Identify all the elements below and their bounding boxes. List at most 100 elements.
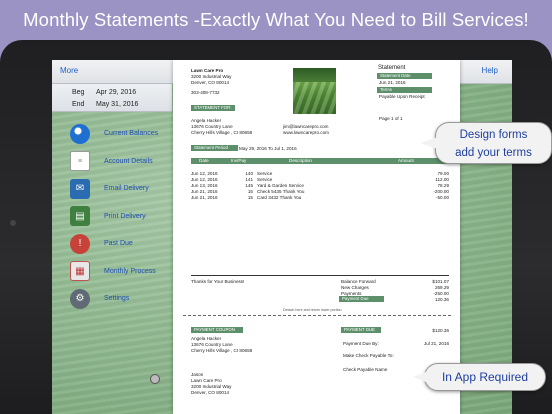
- coupon-payment-due-value: $120.36: [432, 328, 449, 333]
- company-address-1: 3200 Industrial Way: [191, 74, 232, 79]
- menu-label: Current Balances: [104, 130, 159, 138]
- page-number: Page 1 of 1: [379, 116, 403, 121]
- row-inv: 15: [247, 195, 253, 200]
- company-website: www.lawncarepro.com: [283, 130, 329, 135]
- callout-line-2: add your terms: [455, 147, 532, 159]
- coupon-due-by-date: Jul 21, 2016: [423, 341, 449, 346]
- row-amount: 112.00: [435, 177, 449, 182]
- callout-text: In App Required: [441, 370, 529, 384]
- banner-text: Monthly Statements -Exactly What You Nee…: [23, 9, 529, 30]
- envelope-icon: ✉: [70, 178, 90, 199]
- row-inv: 141: [245, 177, 253, 182]
- printer-icon: ▤: [70, 206, 90, 227]
- coupon-customer-address-2: Cherry Hills Village , CI 80658: [191, 348, 253, 353]
- menu-item-account-details[interactable]: ≡ Account Details: [70, 148, 180, 176]
- remit-company: Lawn Care Pro: [191, 378, 222, 383]
- row-date: Jun 12, 2016: [191, 177, 218, 182]
- document-icon: ≡: [70, 151, 90, 172]
- menu-item-monthly-process[interactable]: ▦ Monthly Process: [70, 258, 180, 286]
- menu-label: Monthly Process: [104, 267, 156, 275]
- menu-item-email-delivery[interactable]: ✉ Email Delivery: [70, 175, 180, 203]
- calendar-icon: ▦: [70, 261, 90, 282]
- transactions-header: Date Inv/Pay Description Amount: [191, 158, 449, 164]
- row-amount: -50.00: [435, 195, 449, 200]
- col-date: Date: [199, 158, 209, 163]
- design-forms-callout: Design forms add your terms: [420, 122, 552, 164]
- menu-label: Settings: [104, 295, 130, 303]
- menu-item-print-delivery[interactable]: ▤ Print Delivery: [70, 203, 180, 231]
- total-label: New Charges: [341, 285, 369, 290]
- payment-due-label: Payment Due: [339, 296, 384, 302]
- begin-date: Apr 29, 2016: [96, 89, 137, 96]
- row-desc: Yard & Garden Service: [257, 183, 304, 188]
- menu-item-settings[interactable]: ⚙ Settings: [70, 285, 180, 313]
- detach-note: Detach here and return lower portion: [283, 308, 342, 312]
- detach-line: [183, 315, 451, 316]
- col-amount: Amount: [398, 158, 414, 163]
- coupon-payment-due-label: PAYMENT DUE: [341, 327, 381, 333]
- menu-item-current-balances[interactable]: Current Balances: [70, 120, 180, 148]
- date-range-panel[interactable]: Beg Apr 29, 2016 End May 31, 2016: [52, 84, 172, 112]
- statement-for-label: STATEMENT FOR:: [191, 105, 235, 111]
- terms-value: Payable Upon Receipt: [379, 94, 425, 99]
- total-value: 269.29: [434, 285, 449, 290]
- row-date: Jun 21, 2016: [191, 195, 218, 200]
- statement-date: Jun 21, 2016: [379, 80, 406, 85]
- company-email: jim@lawncarepro.com: [283, 124, 329, 129]
- row-inv: 145: [245, 183, 253, 188]
- pie-chart-icon: [70, 123, 90, 144]
- statement-period: May 29, 2016 To Jul 1, 2016: [239, 146, 297, 151]
- statement-title: Statement: [378, 65, 406, 71]
- end-date-row[interactable]: End May 31, 2016: [72, 101, 138, 108]
- row-date: Jun 12, 2016: [191, 171, 218, 176]
- row-amount: 78.29: [437, 183, 450, 188]
- row-amount: -200.00: [433, 189, 449, 194]
- total-value: -250.00: [433, 291, 449, 296]
- statement-document: Lawn Care Pro 3200 Industrial Way Denver…: [173, 60, 460, 414]
- company-name: Lawn Care Pro: [191, 68, 224, 73]
- customer-address-2: Cherry Hills Village , CI 80658: [191, 130, 253, 135]
- in-app-required-callout: In App Required: [413, 363, 546, 391]
- coupon-customer-address-1: 13676 Country Lane: [191, 342, 233, 347]
- row-inv: 140: [245, 171, 253, 176]
- menu-item-past-due[interactable]: ! Past Due: [70, 230, 180, 258]
- row-date: Jun 21, 2016: [191, 189, 218, 194]
- menu-label: Account Details: [104, 157, 153, 165]
- row-date: Jun 13, 2016: [191, 183, 218, 188]
- total-label: Balance Forward: [341, 279, 376, 284]
- remit-address-2: Denver, CO 80014: [191, 390, 230, 395]
- begin-label: Beg: [72, 89, 85, 96]
- row-inv: 15: [247, 189, 253, 194]
- remit-address-1: 3200 Industrial Way: [191, 384, 232, 389]
- row-desc: Check 5435 Thank You: [257, 189, 305, 194]
- menu-label: Past Due: [104, 240, 133, 248]
- thanks-message: Thanks for Your Business!: [191, 279, 245, 284]
- menu-label: Email Delivery: [104, 185, 149, 193]
- callout-line-1: Design forms: [459, 129, 528, 141]
- terms-label: Terms: [377, 87, 432, 93]
- begin-date-row[interactable]: Beg Apr 29, 2016: [72, 89, 136, 96]
- company-phone: 303-408-7732: [191, 90, 220, 95]
- side-menu: Current Balances ≡ Account Details ✉ Email…: [70, 120, 180, 313]
- payment-coupon-label: PAYMENT COUPON: [191, 327, 243, 333]
- remit-name: Jason: [191, 372, 204, 377]
- coupon-customer-name: Angela Hacker: [191, 336, 222, 341]
- company-address-2: Denver, CO 80014: [191, 80, 230, 85]
- check-payable-name: Check Payable Name: [343, 367, 388, 372]
- statement-period-label: Statement Period: [191, 145, 238, 151]
- row-amount: 79.00: [437, 171, 450, 176]
- row-desc: Service: [257, 177, 273, 182]
- help-button[interactable]: Help: [482, 66, 498, 75]
- summary-divider: [191, 275, 449, 276]
- make-check-payable: Make Check Payable To:: [343, 353, 394, 358]
- customer-name: Angela Hacker: [191, 118, 222, 123]
- more-button[interactable]: More: [60, 66, 78, 75]
- settings-gear-icon[interactable]: [150, 374, 160, 384]
- lawn-photo: [293, 68, 336, 114]
- menu-label: Print Delivery: [104, 212, 146, 220]
- past-due-icon: !: [70, 233, 90, 254]
- promo-banner: Monthly Statements -Exactly What You Nee…: [0, 0, 552, 40]
- end-label: End: [72, 101, 85, 108]
- app-screen: More Help Beg Apr 29, 2016 End May 31, 2…: [52, 60, 512, 414]
- gear-icon: ⚙: [70, 288, 90, 309]
